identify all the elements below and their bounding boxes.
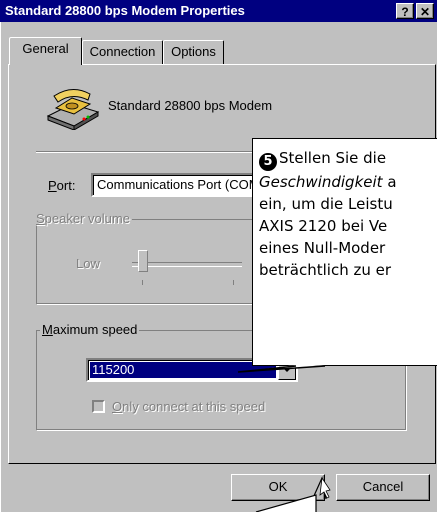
callout-line-2: Geschwindigkeit a [259,173,397,191]
annotation-callout: 5 Stellen Sie die Geschwindigkeit a ein, … [252,138,437,366]
only-connect-label: Only connect at this speed [112,399,266,414]
callout-line-6: beträchtlich zu er [259,261,392,279]
speaker-volume-track[interactable] [132,262,242,267]
speaker-low-label: Low [76,256,100,271]
speaker-volume-group-label: Speaker volume [34,211,132,226]
port-label: Port: [48,178,76,193]
callout-line-4: AXIS 2120 bei Ve [259,217,388,235]
max-speed-value: 115200 [90,362,276,378]
speaker-volume-thumb[interactable] [138,250,148,272]
tab-general[interactable]: General [9,37,82,65]
tab-options[interactable]: Options [163,40,224,64]
tab-connection[interactable]: Connection [82,40,163,64]
close-button[interactable]: ✕ [416,3,434,19]
only-connect-checkbox[interactable] [92,400,105,413]
callout-line-1: 5 Stellen Sie die [259,147,437,171]
modem-phone-icon [46,89,100,130]
help-button[interactable]: ? [396,3,414,19]
cancel-button[interactable]: Cancel [336,474,430,501]
window-title: Standard 28800 bps Modem Properties [5,3,245,18]
maximum-speed-group-label: Maximum speed [40,322,140,337]
modem-name-label: Standard 28800 bps Modem [108,98,273,113]
slider-tick [233,280,234,285]
callout-line-5: eines Null-Moder [259,239,386,257]
slider-tick [142,280,143,285]
callout-line-3: ein, um die Leistu [259,195,393,213]
title-bar: Standard 28800 bps Modem Properties ? ✕ [0,0,437,22]
ok-button[interactable]: OK [231,474,325,501]
step-number-badge: 5 [259,153,277,171]
